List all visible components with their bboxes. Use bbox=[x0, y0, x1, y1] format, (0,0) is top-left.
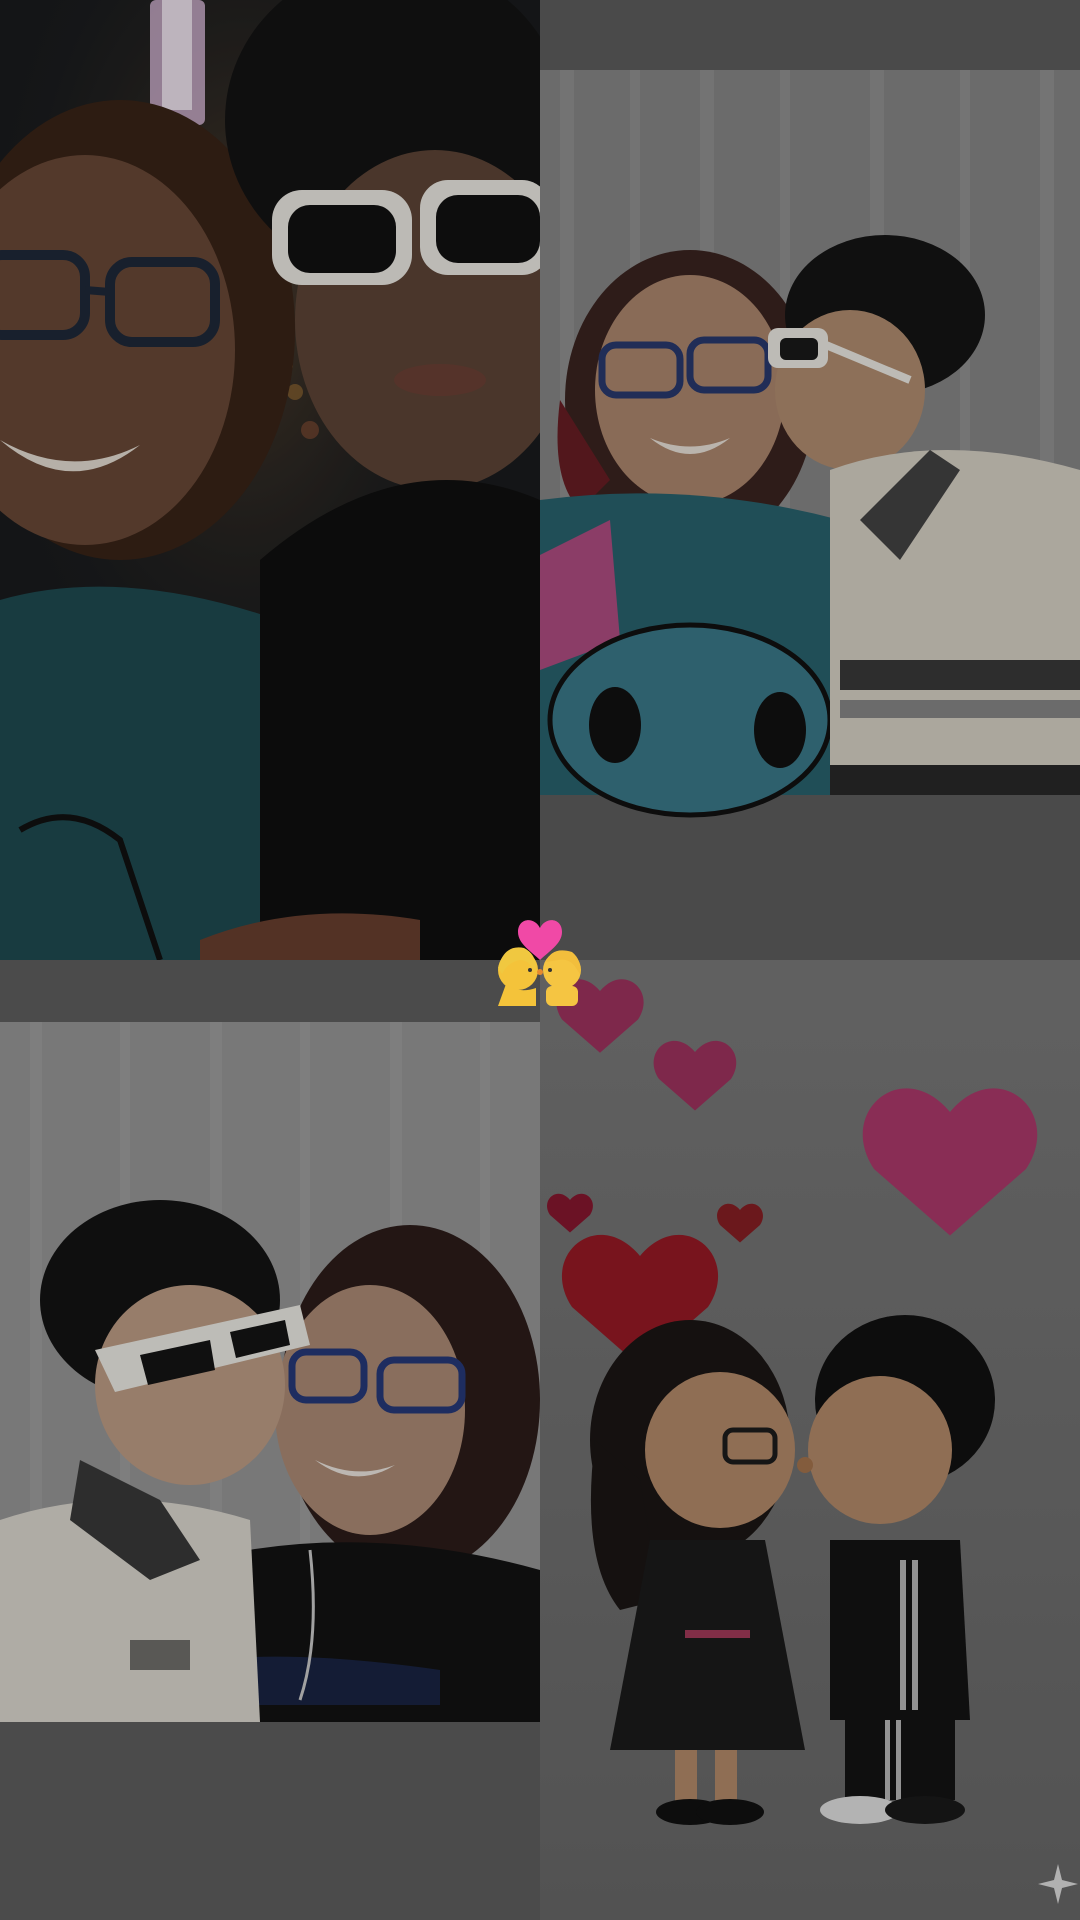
photobooth-hug-photo[interactable] bbox=[0, 960, 540, 1920]
sparkle-icon bbox=[1038, 1864, 1078, 1904]
photobooth-hug-image bbox=[0, 960, 540, 1920]
kiss-couple-emoji-icon[interactable] bbox=[490, 910, 590, 1010]
photo-collage bbox=[0, 0, 1080, 1920]
night-selfie-image bbox=[0, 0, 540, 960]
night-selfie-photo[interactable] bbox=[0, 0, 540, 960]
photobooth-kiss-image bbox=[540, 0, 1080, 960]
photobooth-kiss-photo[interactable] bbox=[540, 0, 1080, 960]
illustrated-kiss-artwork[interactable] bbox=[540, 960, 1080, 1920]
illustrated-kiss-image bbox=[540, 960, 1080, 1920]
